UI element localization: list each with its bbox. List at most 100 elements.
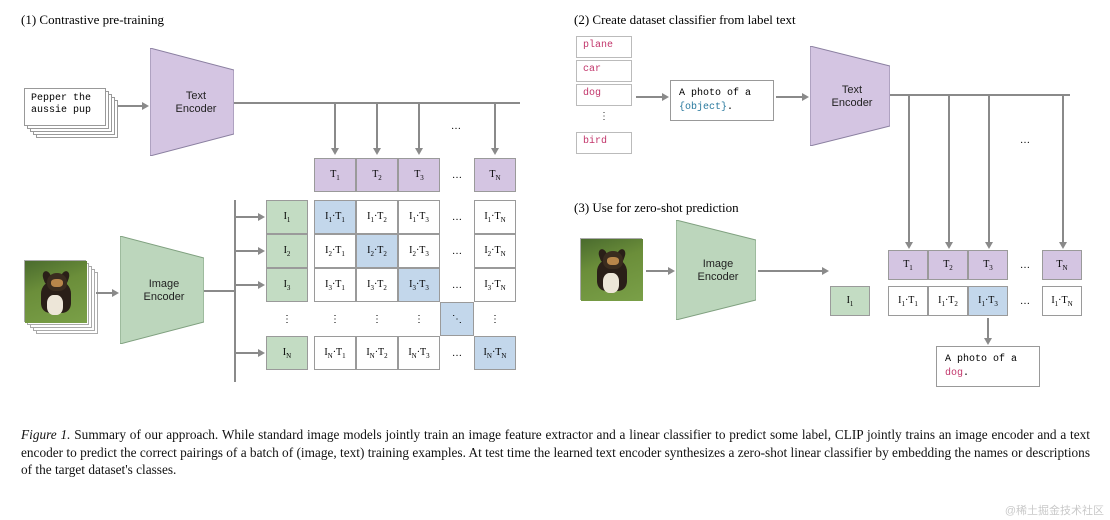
arrow-head-icon [142,102,149,110]
matrix-ellipsis: … [1008,286,1042,316]
i-header-cell: I1 [830,286,870,316]
class-label: dog [576,84,632,106]
arrow-head-icon [668,267,675,275]
t-header-ellipsis: … [1008,250,1042,280]
prompt-template-box: A photo of a {object}. [670,80,774,121]
dog-photo-icon [25,261,87,323]
arrow-head-icon [985,242,993,249]
arrow-line [234,200,236,382]
prediction-result-box: A photo of a dog. [936,346,1040,387]
section-2-title: (2) Create dataset classifier from label… [574,12,796,28]
arrow-head-icon [112,289,119,297]
arrow-line [758,270,824,272]
t-header-cell: T2 [356,158,398,192]
arrow-head-icon [258,213,265,221]
arrow-line [204,290,234,292]
watermark: @稀土掘金技术社区 [1005,502,1104,518]
matrix-cell: I1·T1 [888,286,928,316]
matrix-cell: I3·T2 [356,268,398,302]
matrix-cell: I1·T2 [928,286,968,316]
arrow-line [988,94,990,244]
arrow-line [646,270,670,272]
matrix-cell: IN·T2 [356,336,398,370]
arrow-line [418,102,420,150]
arrow-head-icon [802,93,809,101]
caption-card: Pepper the aussie pup [24,88,106,126]
image-encoder-label: Image Encoder [692,258,744,284]
matrix-cell-diag: I1·T1 [314,200,356,234]
arrow-line [376,102,378,150]
t-header-cell: T2 [928,250,968,280]
matrix-ellipsis: … [440,336,474,370]
arrow-head-icon [1059,242,1067,249]
arrow-line [494,102,496,150]
class-label-ellipsis: ⋮ [576,108,632,130]
t-header-ellipsis: … [440,158,474,192]
matrix-cell: I2·T3 [398,234,440,268]
arrow-line [1062,94,1064,244]
matrix-ellipsis: … [440,200,474,234]
class-label: plane [576,36,632,58]
arrow-head-icon [984,338,992,345]
matrix-cell: I1·T3 [398,200,440,234]
text-encoder-label: Text Encoder [826,84,878,110]
arrow-head-icon [331,148,339,155]
t-header-cell: T1 [314,158,356,192]
arrow-head-icon [905,242,913,249]
i-header-ellipsis: ⋮ [266,302,308,336]
t-header-cell: TN [474,158,516,192]
matrix-cell: IN·T1 [314,336,356,370]
arrow-head-icon [258,349,265,357]
arrow-line [234,352,258,354]
arrow-line [776,96,804,98]
t-header-cell: TN [1042,250,1082,280]
matrix-ellipsis: … [440,268,474,302]
arrow-head-icon [491,148,499,155]
figure-caption: Figure 1. Summary of our approach. While… [21,426,1090,479]
arrow-head-icon [945,242,953,249]
t-header-cell: T3 [398,158,440,192]
matrix-cell: I3·T1 [314,268,356,302]
section-1-title: (1) Contrastive pre-training [21,12,164,28]
arrow-head-icon [258,247,265,255]
t-header-cell: T1 [888,250,928,280]
matrix-cell-diag: I3·T3 [398,268,440,302]
arrow-line [890,94,1070,96]
matrix-cell: I2·TN [474,234,516,268]
class-label: car [576,60,632,82]
matrix-cell: IN·T3 [398,336,440,370]
arrow-head-icon [822,267,829,275]
matrix-cell: I1·TN [474,200,516,234]
matrix-cell-diag: I2·T2 [356,234,398,268]
t-header-cell: T3 [968,250,1008,280]
ellipsis: … [446,116,466,136]
matrix-cell: I2·T1 [314,234,356,268]
arrow-line [334,102,336,150]
class-label: bird [576,132,632,154]
arrow-line [234,216,258,218]
arrow-head-icon [373,148,381,155]
arrow-head-icon [662,93,669,101]
matrix-cell-best: I1·T3 [968,286,1008,316]
matrix-ellipsis: ⋮ [356,302,398,336]
arrow-head-icon [415,148,423,155]
matrix-ellipsis: ⋮ [398,302,440,336]
text-encoder-label: Text Encoder [168,90,224,116]
arrow-head-icon [258,281,265,289]
i-header-cell: I3 [266,268,308,302]
dog-photo-icon [581,239,643,301]
arrow-line [234,284,258,286]
image-encoder-label: Image Encoder [136,278,192,304]
section-3-title: (3) Use for zero-shot prediction [574,200,739,216]
i-header-cell: IN [266,336,308,370]
class-label-list: plane car dog ⋮ bird [576,36,632,156]
ellipsis: … [1010,130,1040,150]
matrix-cell: I1·TN [1042,286,1082,316]
arrow-line [948,94,950,244]
arrow-line [118,105,144,107]
matrix-ellipsis: … [440,234,474,268]
arrow-line [987,318,989,340]
matrix-cell-diag: IN·TN [474,336,516,370]
arrow-line [234,250,258,252]
caption-card-stack: Pepper the aussie pup [24,88,118,138]
